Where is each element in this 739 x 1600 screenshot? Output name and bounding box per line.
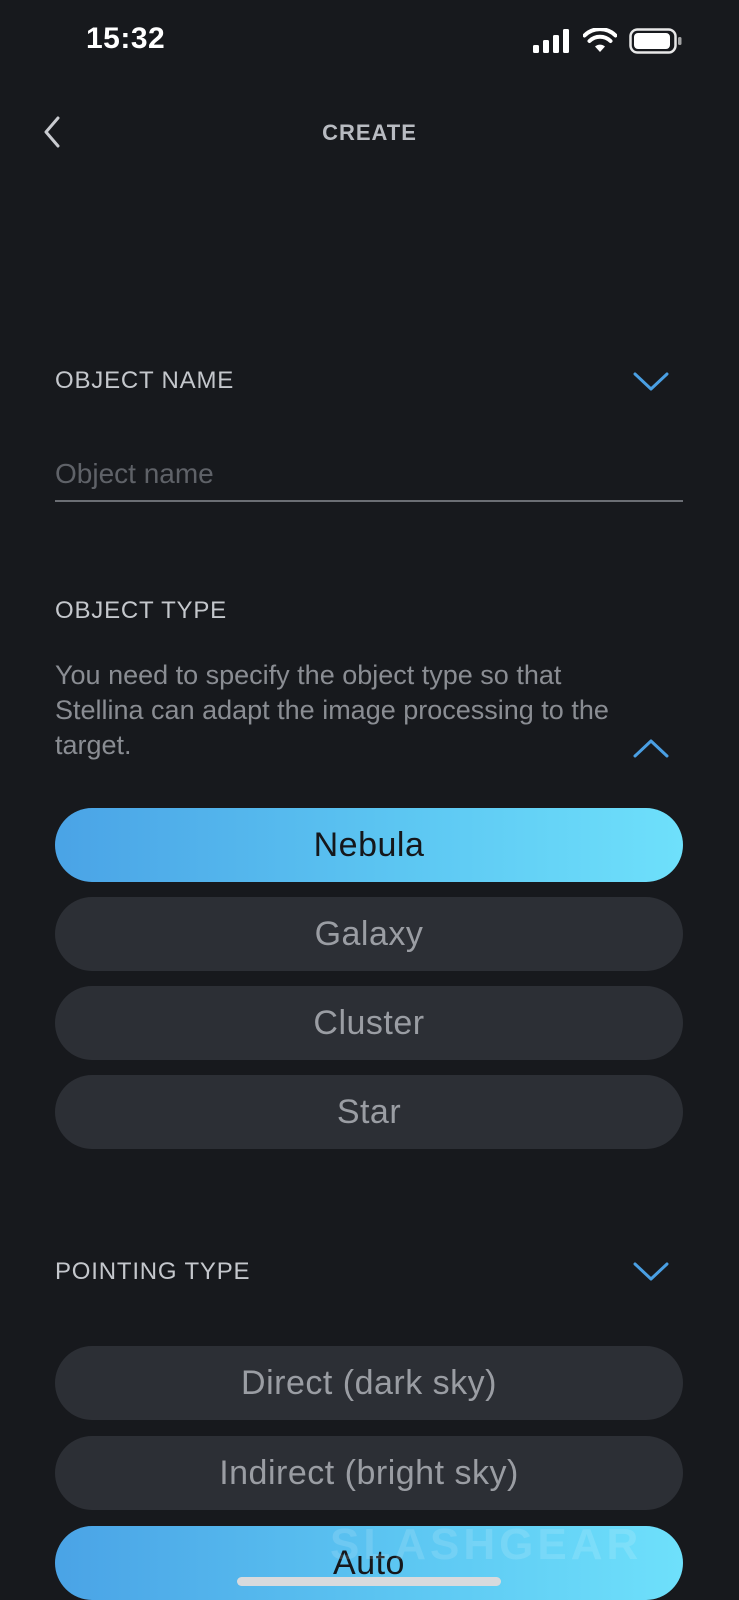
object-type-title: OBJECT TYPE [55,597,227,624]
object-type-option-nebula[interactable]: Nebula [55,808,683,882]
status-icons [533,28,683,54]
object-type-description: You need to specify the object type so t… [55,660,609,760]
pointing-option-indirect[interactable]: Indirect (bright sky) [55,1436,683,1510]
pointing-option-direct[interactable]: Direct (dark sky) [55,1346,683,1420]
screen: 15:32 CREATE OBJECT NAME Object name OBJ… [0,0,739,1600]
object-name-input[interactable] [55,448,683,502]
chevron-up-icon [633,739,669,758]
object-name-toggle[interactable] [633,370,669,394]
header: CREATE [0,90,739,178]
chevron-down-icon [633,372,669,391]
status-time: 15:32 [86,22,166,55]
wifi-icon [583,28,617,52]
pointing-type-title: POINTING TYPE [55,1258,251,1285]
page-title: CREATE [322,120,417,145]
object-type-option-cluster[interactable]: Cluster [55,986,683,1060]
battery-icon [629,28,682,54]
signal-icon [533,29,569,53]
watermark: SLASHGEAR [330,1520,643,1569]
home-indicator [237,1577,501,1586]
object-type-option-galaxy[interactable]: Galaxy [55,897,683,971]
pointing-type-toggle[interactable] [633,1260,669,1284]
object-type-option-star[interactable]: Star [55,1075,683,1149]
object-name-title: OBJECT NAME [55,367,235,394]
chevron-down-icon [633,1262,669,1281]
object-type-toggle[interactable] [633,736,669,760]
